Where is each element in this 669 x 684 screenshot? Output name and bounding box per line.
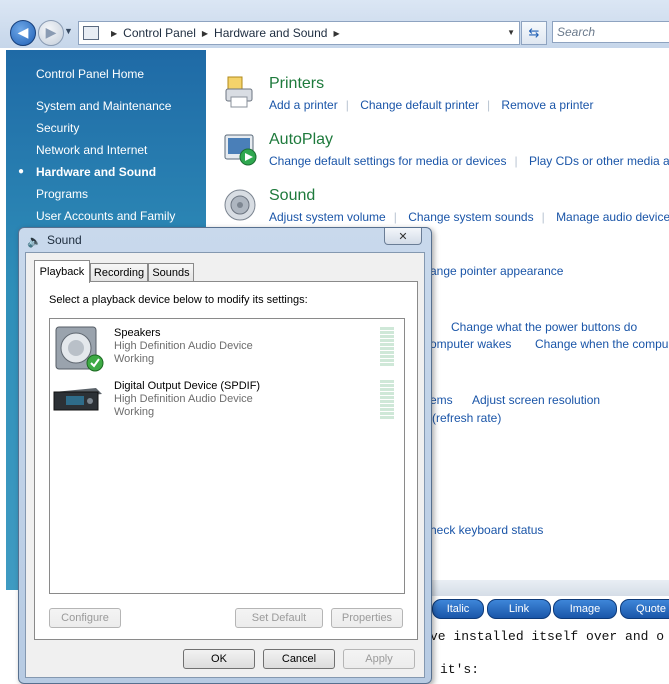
link-divider: |: [486, 98, 491, 112]
sidebar-item-hardware-and-sound[interactable]: Hardware and Sound: [36, 165, 156, 179]
device-list[interactable]: Speakers High Definition Audio Device Wo…: [49, 318, 405, 594]
device-name: Digital Output Device (SPDIF): [114, 380, 261, 392]
image-button[interactable]: Image: [553, 599, 617, 619]
quote-button[interactable]: Quote: [620, 599, 669, 619]
device-name: Speakers: [114, 327, 161, 339]
search-input[interactable]: Search: [552, 21, 669, 43]
speakers-icon: [55, 326, 104, 372]
adjust-volume-link[interactable]: Adjust system volume: [269, 210, 386, 224]
chevron-right-icon[interactable]: ▶: [111, 29, 117, 38]
change-system-sounds-link[interactable]: Change system sounds: [408, 210, 533, 224]
dialog-title: Sound: [47, 233, 82, 247]
apply-button[interactable]: Apply: [343, 649, 415, 669]
computer-wakes-link[interactable]: omputer wakes: [430, 337, 511, 351]
sidebar-item-network-and-internet[interactable]: Network and Internet: [36, 143, 147, 157]
device-row-spdif[interactable]: Digital Output Device (SPDIF) High Defin…: [50, 376, 404, 426]
link-divider: |: [393, 210, 397, 224]
forward-button[interactable]: ▶: [38, 20, 64, 46]
display-items-link[interactable]: ems: [430, 393, 453, 407]
link-divider: |: [541, 210, 545, 224]
change-when-computer-link[interactable]: Change when the compu: [535, 337, 668, 351]
add-printer-link[interactable]: Add a printer: [269, 98, 338, 112]
chevron-right-icon[interactable]: ▶: [333, 29, 339, 38]
device-description: High Definition Audio Device: [114, 393, 253, 405]
editor-line-2[interactable]: it's:: [440, 662, 479, 677]
dialog-body: Playback Recording Sounds Select a playb…: [25, 252, 425, 678]
ok-button[interactable]: OK: [183, 649, 255, 669]
close-button[interactable]: ✕: [384, 228, 422, 245]
address-toolbar: ◀ ▶ ▼ ▶ Control Panel ▶ Hardware and Sou…: [0, 0, 669, 48]
autoplay-icon: [224, 134, 257, 166]
taskbar-strip: [430, 580, 669, 596]
sidebar-item-user-accounts[interactable]: User Accounts and Family: [36, 209, 175, 223]
sidebar-item-security[interactable]: Security: [36, 121, 79, 135]
chevron-right-icon[interactable]: ▶: [202, 29, 208, 38]
printer-icon: [225, 76, 253, 108]
properties-button[interactable]: Properties: [331, 608, 403, 628]
playback-panel: Select a playback device below to modify…: [34, 281, 418, 640]
active-bullet-icon: ●: [18, 166, 25, 177]
refresh-rate-link[interactable]: (refresh rate): [432, 411, 501, 425]
adjust-resolution-link[interactable]: Adjust screen resolution: [472, 393, 600, 407]
level-meter: [380, 380, 394, 420]
play-cds-link[interactable]: Play CDs or other media au: [529, 154, 669, 168]
digital-output-icon: [53, 388, 102, 411]
recent-pages-dropdown[interactable]: ▼: [64, 26, 73, 36]
manage-audio-devices-link[interactable]: Manage audio devices: [556, 210, 669, 224]
address-bar[interactable]: ▶ Control Panel ▶ Hardware and Sound ▶ ▼: [78, 21, 520, 45]
control-panel-icon: [83, 26, 99, 40]
instruction-text: Select a playback device below to modify…: [49, 294, 308, 306]
device-status: Working: [114, 406, 155, 418]
back-button[interactable]: ◀: [10, 20, 36, 46]
breadcrumb-control-panel[interactable]: Control Panel: [123, 26, 196, 40]
sound-heading[interactable]: Sound: [269, 187, 315, 205]
sidebar-item-control-panel-home[interactable]: Control Panel Home: [36, 67, 144, 81]
change-media-defaults-link[interactable]: Change default settings for media or dev…: [269, 154, 506, 168]
arrow-left-icon: ◀: [17, 25, 29, 41]
device-description: High Definition Audio Device: [114, 340, 253, 352]
sound-dialog: 🔈 Sound ✕ Playback Recording Sounds Sele…: [18, 227, 432, 684]
configure-button[interactable]: Configure: [49, 608, 121, 628]
tab-sounds[interactable]: Sounds: [148, 263, 194, 282]
breadcrumb-hardware-and-sound[interactable]: Hardware and Sound: [214, 26, 327, 40]
italic-button[interactable]: Italic: [432, 599, 484, 619]
speaker-icon: [224, 189, 256, 221]
set-default-button[interactable]: Set Default: [235, 608, 323, 628]
change-pointer-link[interactable]: ange pointer appearance: [430, 264, 563, 278]
link-button[interactable]: Link: [487, 599, 551, 619]
power-buttons-link[interactable]: Change what the power buttons do: [451, 320, 637, 334]
tab-playback[interactable]: Playback: [34, 260, 90, 283]
level-meter: [380, 327, 394, 367]
refresh-icon: ⇆: [528, 25, 540, 41]
link-divider: |: [514, 154, 518, 168]
device-status: Working: [114, 353, 155, 365]
close-icon: ✕: [398, 229, 408, 243]
device-row-speakers[interactable]: Speakers High Definition Audio Device Wo…: [50, 323, 404, 373]
autoplay-heading[interactable]: AutoPlay: [269, 131, 333, 149]
address-dropdown-icon[interactable]: ▼: [507, 28, 515, 37]
change-default-printer-link[interactable]: Change default printer: [360, 98, 479, 112]
keyboard-status-link[interactable]: heck keyboard status: [430, 523, 543, 537]
speaker-small-icon: 🔈: [27, 234, 42, 248]
arrow-right-icon: ▶: [45, 25, 57, 41]
tab-recording[interactable]: Recording: [90, 263, 148, 282]
sidebar-item-system-and-maintenance[interactable]: System and Maintenance: [36, 99, 171, 113]
cancel-button[interactable]: Cancel: [263, 649, 335, 669]
sidebar-item-programs[interactable]: Programs: [36, 187, 88, 201]
editor-line-1[interactable]: ve installed itself over and o: [430, 629, 664, 644]
link-divider: |: [345, 98, 349, 112]
remove-printer-link[interactable]: Remove a printer: [501, 98, 593, 112]
printers-heading[interactable]: Printers: [269, 75, 324, 93]
refresh-button[interactable]: ⇆: [521, 21, 547, 45]
